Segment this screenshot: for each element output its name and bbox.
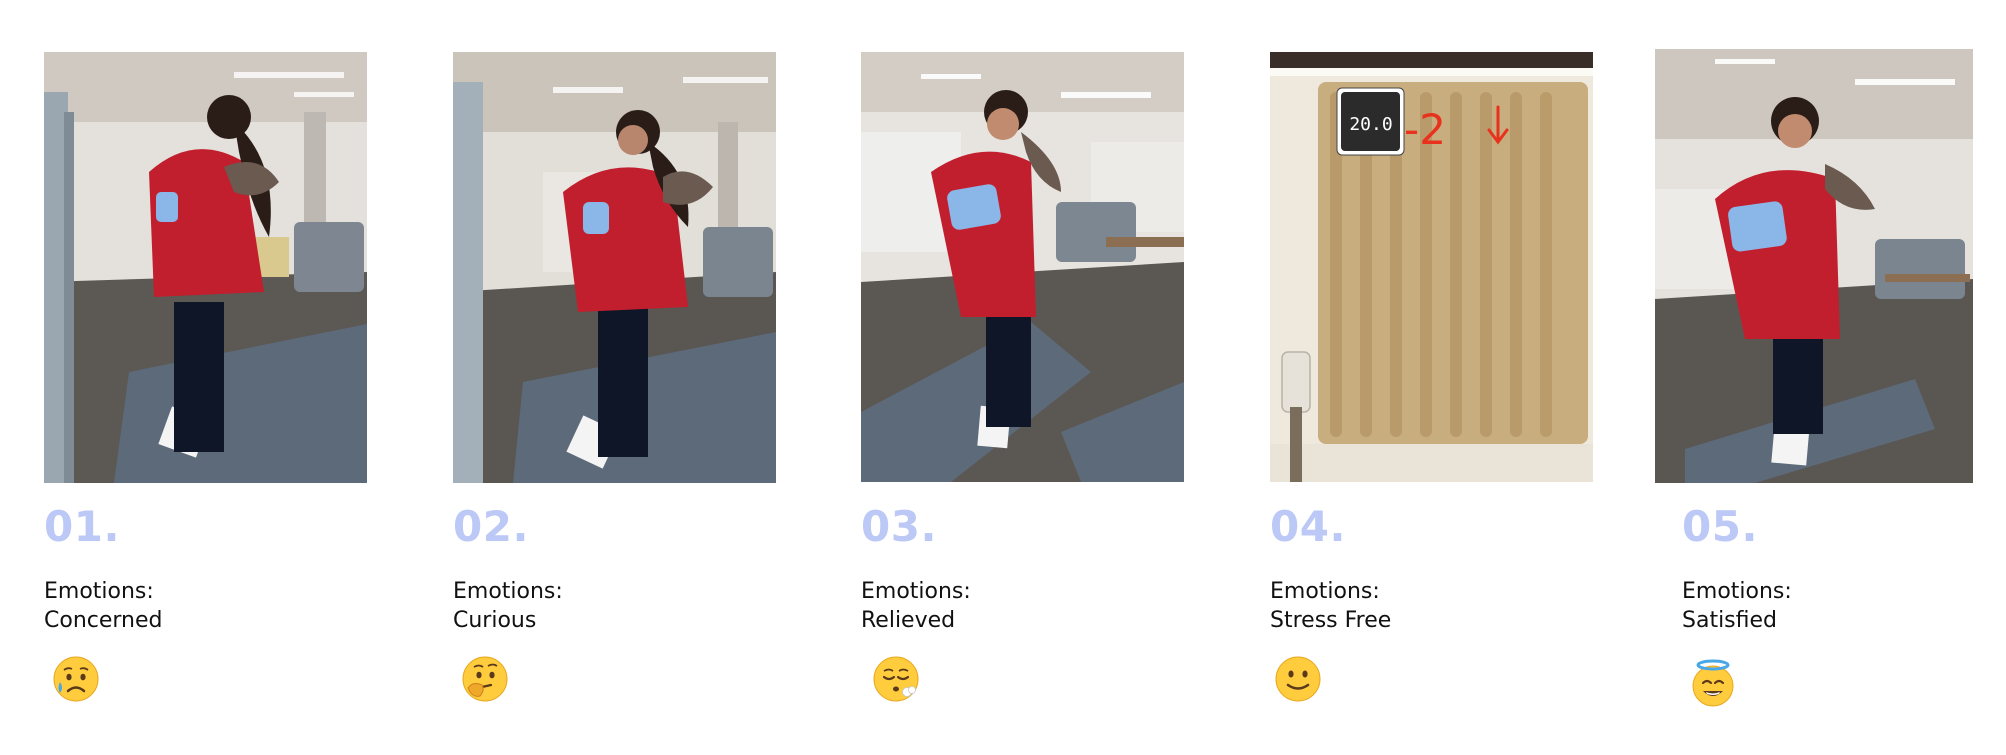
journey-step-2: 02. Emotions: Curious: [453, 0, 783, 755]
journey-step-1: 01. Emotions: Concerned: [44, 0, 374, 755]
emotions-label: Emotions:: [861, 579, 971, 604]
step-4-photo: 20.0 -2: [1270, 52, 1593, 482]
sad-sweat-emoji-icon: [51, 654, 101, 704]
thermostat-display: 20.0: [1349, 114, 1392, 135]
emotions-label: Emotions:: [44, 579, 154, 604]
halo-smile-emoji-icon: [1688, 658, 1738, 708]
emotions-label: Emotions:: [1682, 579, 1792, 604]
step-number: 02.: [453, 502, 529, 551]
slight-smile-emoji-icon: [1273, 654, 1323, 704]
emotion-value: Curious: [453, 608, 537, 633]
journey-step-3: 03. Emotions: Relieved: [861, 0, 1191, 755]
emotion-value: Stress Free: [1270, 608, 1392, 633]
step-number: 04.: [1270, 502, 1346, 551]
emotion-value: Satisfied: [1682, 608, 1778, 633]
relieved-exhale-emoji-icon: [871, 654, 921, 704]
emotion-value: Concerned: [44, 608, 163, 633]
step-3-photo: [861, 52, 1184, 482]
emotion-value: Relieved: [861, 608, 956, 633]
emotions-label: Emotions:: [1270, 579, 1380, 604]
journey-step-4: 20.0 -2 04. Emotions: Stress Free: [1270, 0, 1600, 755]
journey-step-5: 05. Emotions: Satisfied: [1655, 0, 1985, 755]
step-5-photo: [1655, 49, 1973, 483]
step-number: 05.: [1682, 502, 1758, 551]
step-1-photo: [44, 52, 367, 483]
emotions-label: Emotions:: [453, 579, 563, 604]
step-2-photo: [453, 52, 776, 483]
temperature-annotation: -2: [1404, 105, 1446, 154]
thinking-emoji-icon: [460, 654, 510, 704]
step-number: 01.: [44, 502, 120, 551]
step-number: 03.: [861, 502, 937, 551]
